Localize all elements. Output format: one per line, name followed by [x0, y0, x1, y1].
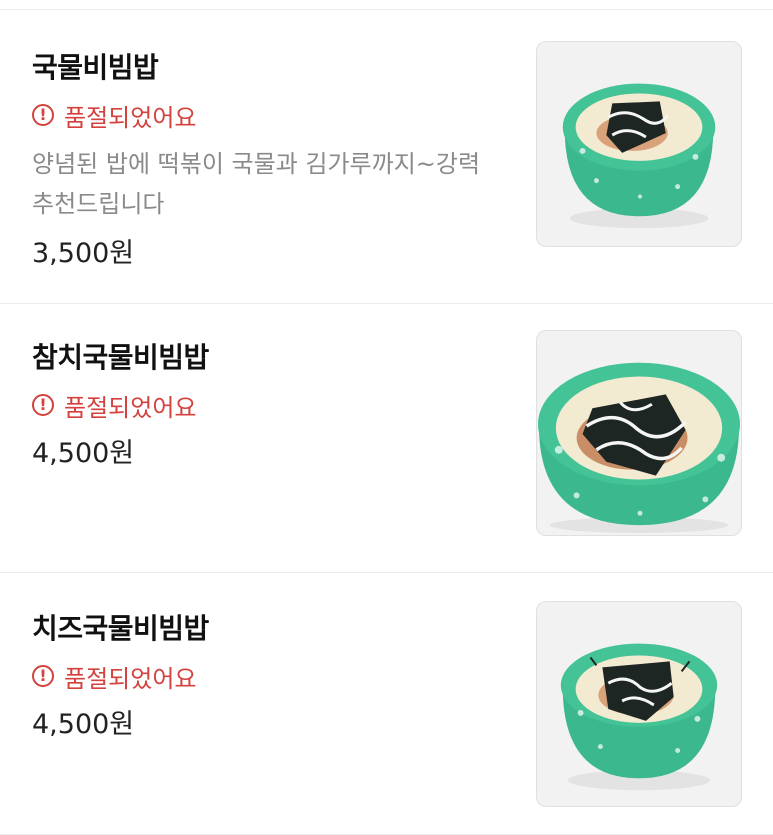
menu-item-price: 4,500원 [32, 438, 135, 469]
menu-item-name: 국물비빔밥 [32, 51, 159, 84]
menu-item-description: 양념된 밥에 떡볶이 국물과 김가루까지~강력 추천드립니다 [32, 150, 481, 218]
soldout-badge: ! 품절되었어요 [32, 390, 512, 422]
menu-item-chamchi-gukmul-bibimbap[interactable]: 참치국물비빔밥 ! 품절되었어요 4,500원 [0, 304, 773, 573]
bibimbap-bowl-image [560, 643, 718, 791]
soldout-badge: ! 품절되었어요 [32, 100, 512, 132]
menu-item-name: 참치국물비빔밥 [32, 341, 209, 374]
menu-item-photo[interactable] [536, 330, 742, 536]
menu-item-price: 4,500원 [32, 709, 135, 740]
exclamation-circle-icon: ! [32, 665, 54, 687]
soldout-label: 품절되었어요 [64, 103, 197, 132]
bibimbap-bowl-image [537, 362, 741, 534]
menu-item-name: 치즈국물비빔밥 [32, 612, 209, 645]
menu-item-price: 3,500원 [32, 238, 135, 269]
exclamation-circle-icon: ! [32, 104, 54, 126]
menu-item-gukmul-bibimbap[interactable]: 국물비빔밥 ! 품절되었어요 양념된 밥에 떡볶이 국물과 김가루까지~강력 추… [0, 10, 773, 304]
soldout-badge: ! 품절되었어요 [32, 661, 512, 693]
menu-item-text: 참치국물비빔밥 ! 품절되었어요 4,500원 [32, 340, 512, 472]
menu-item-text: 국물비빔밥 ! 품절되었어요 양념된 밥에 떡볶이 국물과 김가루까지~강력 추… [32, 50, 512, 272]
menu-item-text: 치즈국물비빔밥 ! 품절되었어요 4,500원 [32, 611, 512, 743]
soldout-label: 품절되었어요 [64, 393, 197, 422]
menu-item-photo[interactable] [536, 601, 742, 807]
menu-item-photo[interactable] [536, 41, 742, 247]
top-divider [0, 0, 773, 10]
menu-item-cheese-gukmul-bibimbap[interactable]: 치즈국물비빔밥 ! 품절되었어요 4,500원 [0, 573, 773, 835]
exclamation-circle-icon: ! [32, 394, 54, 416]
bibimbap-bowl-image [562, 83, 716, 229]
soldout-label: 품절되었어요 [64, 664, 197, 693]
